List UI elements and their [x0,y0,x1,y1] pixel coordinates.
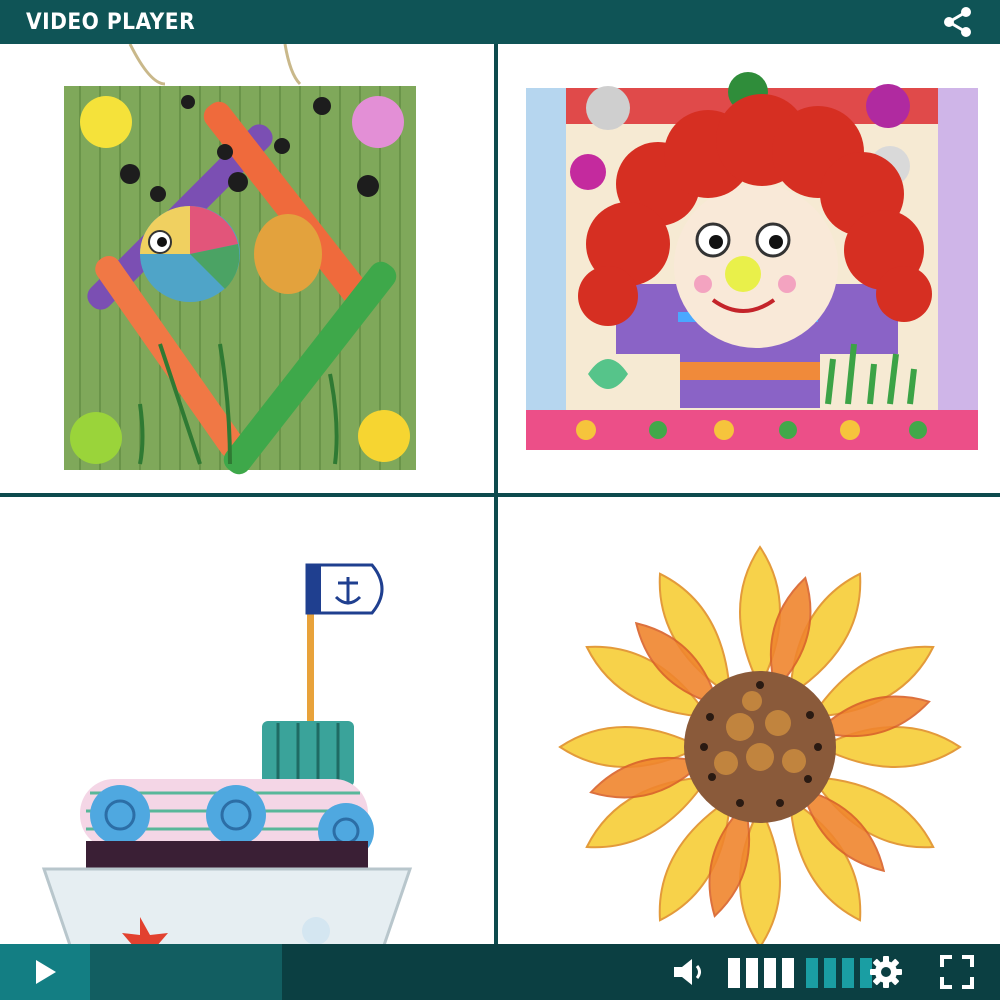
video-thumbnail-fish-craft[interactable] [0,44,494,493]
video-thumbnail-grid [0,44,1000,944]
video-thumbnail-sunflower-craft[interactable] [498,497,1000,944]
clown-frame-image [526,72,978,450]
boat-craft-image [41,563,413,944]
title-bar: VIDEO PLAYER [0,0,1000,44]
settings-button[interactable] [864,944,908,1000]
player-title: VIDEO PLAYER [26,9,196,35]
fullscreen-button[interactable] [932,944,982,1000]
volume-level-bar[interactable] [746,958,758,988]
volume-level-bar[interactable] [764,958,776,988]
fullscreen-icon [940,955,974,989]
player-controls [0,944,1000,1000]
video-thumbnail-boat-craft[interactable] [0,497,494,944]
volume-level-bar[interactable] [842,958,854,988]
sunflower-craft-image [558,545,962,944]
play-button[interactable] [0,944,90,1000]
volume-level-bar[interactable] [824,958,836,988]
volume-level-bar[interactable] [806,958,818,988]
volume-button[interactable] [664,944,714,1000]
volume-slider[interactable] [728,958,872,988]
play-icon [36,960,56,984]
progress-bar[interactable] [90,944,282,1000]
fish-craft-image [64,44,416,475]
volume-icon [674,959,701,985]
video-thumbnail-clown-frame[interactable] [498,44,1000,493]
volume-level-bar[interactable] [782,958,794,988]
volume-level-bar[interactable] [728,958,740,988]
share-icon[interactable] [940,4,976,40]
gear-icon [870,956,902,988]
